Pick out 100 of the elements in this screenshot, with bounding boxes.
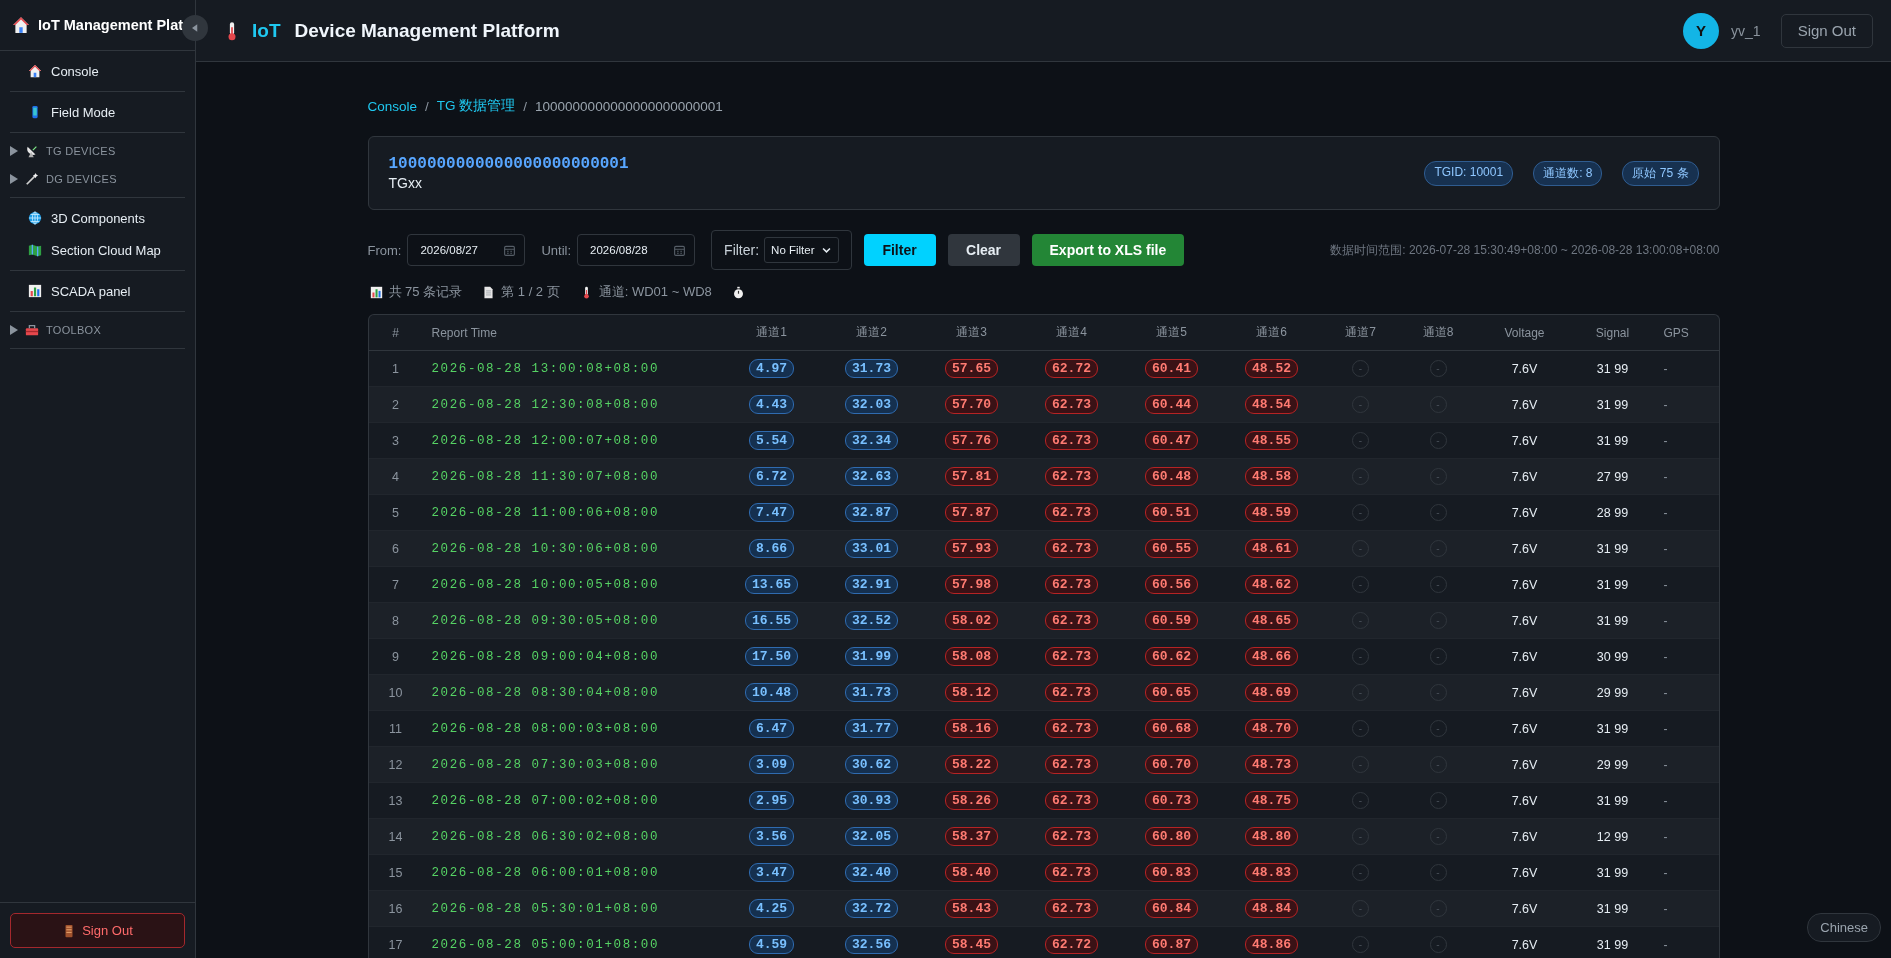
value-pill: 48.59 [1245,503,1298,522]
signal-value: 31 99 [1596,937,1629,952]
bar-chart-icon [28,284,42,298]
column-header: # [392,325,399,340]
brand-label: IoT [252,19,281,42]
nav-item[interactable]: Field Mode [10,98,185,126]
sign-out-button[interactable]: Sign Out [10,913,185,948]
collapse-button[interactable] [182,15,208,41]
username: yv_1 [1731,22,1761,39]
report-time: 2026-08-28 09:00:04+08:00 [430,649,661,664]
column-header: 通道3 [956,324,987,341]
row-number: 1 [392,361,399,376]
value-pill: 48.58 [1245,467,1298,486]
nav-item[interactable]: Console [10,57,185,85]
info-badge: 通道数: 8 [1533,160,1603,186]
value-pill: 60.70 [1145,755,1198,774]
signal-value: 31 99 [1596,433,1629,448]
value-pill: 60.83 [1145,863,1198,882]
language-button[interactable]: Chinese [1807,913,1881,942]
value-pill: 4.59 [748,935,795,954]
value-pill: 13.65 [745,575,798,594]
gps-value: - [1663,397,1668,412]
voltage-value: 7.6V [1511,577,1538,592]
signal-value: 31 99 [1596,577,1629,592]
value-pill: 48.55 [1245,431,1298,450]
sign-out-button[interactable]: Sign Out [1780,13,1873,48]
breadcrumb-link[interactable]: Console [367,98,418,114]
data-range-text: 数据时间范围: 2026-07-28 15:30:49+08:00 ~ 2026-08-28 13:00:08+08:00 [1330,241,1720,259]
column-header: 通道5 [1156,324,1187,341]
row-number: 7 [392,577,399,592]
date-field[interactable]: 2026/08/27 [407,234,526,266]
voltage-value: 7.6V [1511,937,1538,952]
voltage-value: 7.6V [1511,865,1538,880]
value-pill: 48.86 [1245,935,1298,954]
value-pill: 57.81 [945,467,998,486]
gps-value: - [1663,757,1668,772]
value-pill: 60.68 [1145,719,1198,738]
stat-text: 第 1 / 2 页 [501,283,560,301]
value-pill: 60.62 [1145,647,1198,666]
tree-item[interactable]: DG DEVICES [10,167,185,191]
value-pill: 32.05 [845,827,898,846]
export-button[interactable]: Export to XLS file [1031,234,1185,266]
value-pill: 10.48 [745,683,798,702]
date-field[interactable]: 2026/08/28 [577,234,696,266]
stat-text: 通道: WD01 ~ WD8 [598,283,712,301]
bar-chart-icon [369,285,383,299]
value-pill: 3.09 [748,755,795,774]
filter-button[interactable]: Filter [863,234,936,266]
nav-item[interactable]: 3D Components [10,204,185,232]
row-number: 13 [388,793,403,808]
breadcrumb-link[interactable]: TG 数据管理 [436,97,516,115]
value-pill: 48.66 [1245,647,1298,666]
gps-value: - [1663,649,1668,664]
value-pill: 31.99 [845,647,898,666]
column-header: 通道4 [1056,324,1087,341]
value-pill: 16.55 [745,611,798,630]
column-header: 通道8 [1422,324,1454,341]
breadcrumb-current: 1000000000000000000000001 [535,98,723,114]
value-pill: 62.73 [1045,575,1098,594]
tree-item[interactable]: TOOLBOX [10,318,185,342]
value-pill: 32.40 [845,863,898,882]
house-icon [12,16,30,34]
nav-item[interactable]: SCADA panel [10,277,185,305]
value-pill: 60.84 [1145,899,1198,918]
value-pill: 4.43 [748,395,795,414]
clear-button[interactable]: Clear [947,234,1020,266]
row-number: 3 [392,433,399,448]
value-pill: 32.87 [845,503,898,522]
tree-item[interactable]: TG DEVICES [10,139,185,163]
value-pill: 62.73 [1045,899,1098,918]
value-pill: 62.73 [1045,755,1098,774]
signal-value: 31 99 [1596,397,1629,412]
gps-value: - [1663,505,1668,520]
calendar-icon [503,243,517,257]
value-pill: 31.73 [845,683,898,702]
value-pill: 60.41 [1145,359,1198,378]
value-pill: 48.73 [1245,755,1298,774]
value-pill: 60.48 [1145,467,1198,486]
signal-value: 30 99 [1596,649,1629,664]
signal-value: 31 99 [1596,901,1629,916]
voltage-value: 7.6V [1511,649,1538,664]
value-pill: 58.26 [945,791,998,810]
row-number: 15 [388,865,403,880]
column-header: Report Time [431,325,497,340]
signal-value: 31 99 [1596,361,1629,376]
row-number: 10 [388,685,403,700]
signal-value: 29 99 [1596,685,1629,700]
voltage-value: 7.6V [1511,433,1538,448]
filter-dropdown[interactable]: No Filter [764,237,839,263]
row-number: 2 [392,397,399,412]
signal-value: 31 99 [1596,721,1629,736]
value-pill: 60.80 [1145,827,1198,846]
gps-value: - [1663,901,1668,916]
map-icon [28,243,42,257]
value-pill: 32.91 [845,575,898,594]
value-pill: 58.37 [945,827,998,846]
nav-item[interactable]: Section Cloud Map [10,236,185,264]
value-pill: 58.22 [945,755,998,774]
report-time: 2026-08-28 12:00:07+08:00 [430,433,661,448]
device-id: 1000000000000000000000001 [388,155,630,173]
